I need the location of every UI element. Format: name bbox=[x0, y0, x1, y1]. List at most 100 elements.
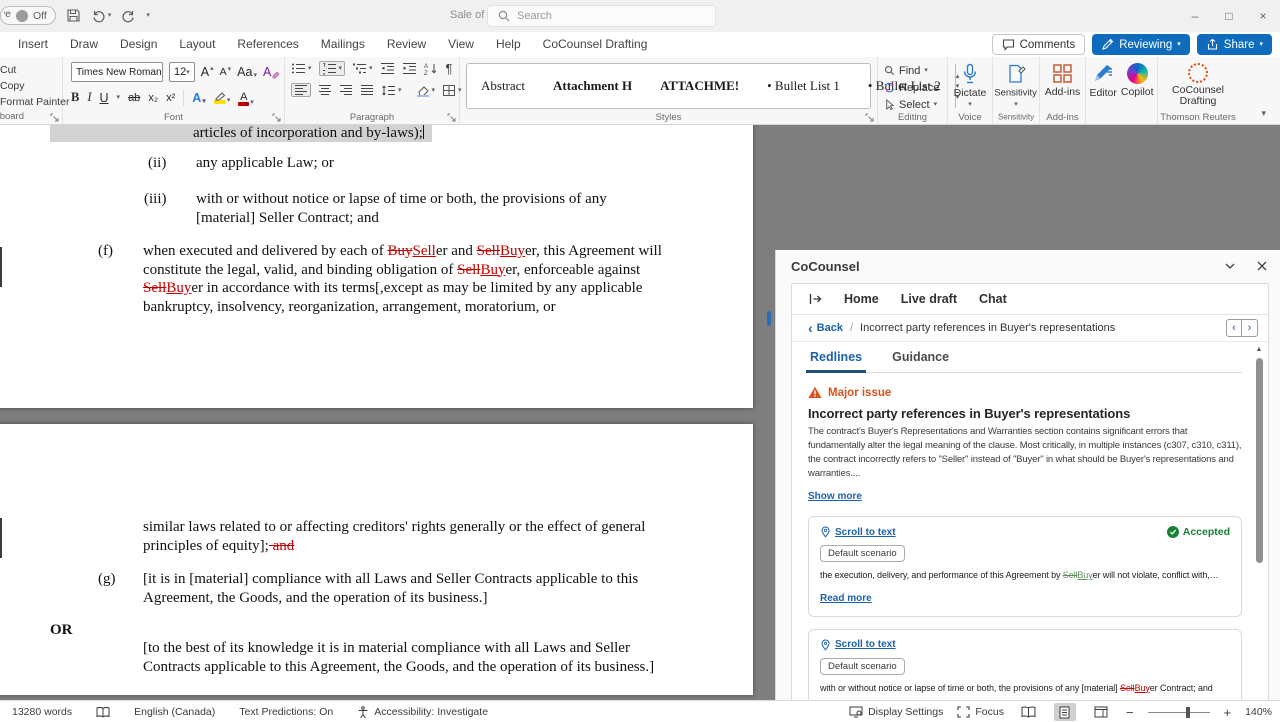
tab-cocounsel-drafting[interactable]: CoCounsel Drafting bbox=[532, 32, 659, 58]
select-button[interactable]: Select▾ bbox=[884, 96, 947, 113]
font-name-combo[interactable]: Times New Roman▾ bbox=[71, 62, 163, 82]
show-more-link[interactable]: Show more bbox=[808, 491, 862, 502]
grow-font-button[interactable]: A▴ bbox=[201, 65, 214, 79]
line-spacing-button[interactable]: ▾ bbox=[381, 84, 402, 97]
bullet-list-button[interactable]: ▾ bbox=[291, 62, 312, 75]
zoom-slider[interactable] bbox=[1148, 712, 1210, 713]
editor-button[interactable]: Editor bbox=[1089, 57, 1116, 99]
zoom-out-button[interactable]: − bbox=[1126, 705, 1134, 720]
tab-insert[interactable]: Insert bbox=[7, 32, 59, 58]
comments-button[interactable]: Comments bbox=[992, 34, 1086, 55]
scroll-to-text-link[interactable]: Scroll to text bbox=[820, 526, 896, 538]
tab-view[interactable]: View bbox=[437, 32, 485, 58]
font-color-button[interactable]: A▾ bbox=[238, 89, 254, 106]
tab-mailings[interactable]: Mailings bbox=[310, 32, 376, 58]
superscript-button[interactable]: x² bbox=[166, 92, 175, 104]
panel-nav-chat[interactable]: Chat bbox=[979, 292, 1007, 306]
undo-button[interactable]: ▾ bbox=[91, 8, 112, 23]
redo-button[interactable] bbox=[121, 8, 136, 23]
doc-line-bylaws[interactable]: articles of incorporation and by-laws); bbox=[193, 125, 424, 143]
web-layout-button[interactable] bbox=[1090, 703, 1112, 721]
panel-collapse-icon[interactable] bbox=[1224, 260, 1236, 272]
strikethrough-button[interactable]: ab bbox=[128, 92, 140, 104]
undo-dropdown-icon[interactable]: ▾ bbox=[108, 12, 112, 19]
show-formatting-button[interactable]: ¶ bbox=[446, 61, 453, 76]
tab-references[interactable]: References bbox=[226, 32, 309, 58]
maximize-button[interactable]: □ bbox=[1212, 0, 1246, 32]
zoom-slider-handle[interactable] bbox=[1186, 707, 1190, 718]
tab-guidance[interactable]: Guidance bbox=[890, 343, 951, 372]
panel-resize-handle[interactable] bbox=[767, 311, 771, 326]
read-more-link[interactable]: Read more bbox=[820, 593, 872, 604]
proofing-icon[interactable] bbox=[96, 706, 110, 719]
cocounsel-drafting-button[interactable]: CoCounsel Drafting bbox=[1158, 57, 1238, 107]
clear-formatting-button[interactable]: A bbox=[263, 65, 280, 79]
next-issue-button[interactable]: › bbox=[1242, 319, 1258, 337]
font-dialog-launcher[interactable] bbox=[272, 113, 281, 122]
doc-or-label[interactable]: OR bbox=[50, 621, 73, 640]
previous-issue-button[interactable]: ‹ bbox=[1226, 319, 1242, 337]
text-predictions-status[interactable]: Text Predictions: On bbox=[239, 706, 333, 718]
format-painter-button[interactable]: Format Painter bbox=[0, 94, 62, 110]
change-case-button[interactable]: Aa▾ bbox=[237, 65, 257, 79]
search-input[interactable]: Search bbox=[487, 5, 716, 27]
italic-button[interactable]: I bbox=[87, 90, 91, 105]
reviewing-button[interactable]: Reviewing ▾ bbox=[1092, 34, 1190, 55]
tab-home[interactable]: Home bbox=[0, 32, 7, 58]
panel-close-icon[interactable] bbox=[1256, 260, 1268, 272]
increase-indent-button[interactable] bbox=[402, 62, 417, 75]
back-link[interactable]: ‹Back bbox=[808, 320, 843, 336]
align-right-button[interactable] bbox=[339, 84, 353, 96]
zoom-in-button[interactable]: + bbox=[1224, 705, 1232, 720]
highlight-button[interactable]: ▾ bbox=[214, 92, 231, 104]
clipboard-dialog-launcher[interactable] bbox=[50, 113, 59, 122]
justify-button[interactable] bbox=[360, 84, 374, 96]
align-left-button[interactable] bbox=[291, 83, 311, 97]
borders-button[interactable]: ▾ bbox=[442, 84, 462, 97]
tab-review[interactable]: Review bbox=[376, 32, 437, 58]
accessibility-status[interactable]: Accessibility: Investigate bbox=[357, 706, 488, 719]
bold-button[interactable]: B bbox=[71, 90, 79, 105]
scroll-to-text-link[interactable]: Scroll to text bbox=[820, 639, 896, 651]
close-button[interactable]: × bbox=[1246, 0, 1280, 32]
add-ins-button[interactable]: Add-ins bbox=[1040, 57, 1085, 98]
style-abstract[interactable]: Abstract bbox=[467, 78, 539, 94]
style-bullet-list-1[interactable]: • Bullet List 1 bbox=[753, 78, 854, 94]
decrease-indent-button[interactable] bbox=[380, 62, 395, 75]
paragraph-dialog-launcher[interactable] bbox=[447, 113, 456, 122]
copy-button[interactable]: Copy bbox=[0, 78, 62, 94]
panel-nav-live-draft[interactable]: Live draft bbox=[901, 292, 957, 306]
subscript-button[interactable]: x₂ bbox=[148, 92, 158, 104]
dictate-button[interactable]: Dictate ▾ bbox=[948, 57, 992, 108]
sort-button[interactable]: AZ bbox=[424, 62, 439, 75]
tab-layout[interactable]: Layout bbox=[168, 32, 226, 58]
focus-button[interactable]: Focus bbox=[957, 706, 1004, 718]
print-layout-button[interactable] bbox=[1054, 703, 1076, 721]
qat-customize-icon[interactable]: ▾ bbox=[146, 12, 150, 19]
tab-design[interactable]: Design bbox=[109, 32, 168, 58]
style-attachment-caps[interactable]: ATTACHME! bbox=[646, 78, 753, 94]
panel-goto-icon[interactable] bbox=[808, 292, 822, 306]
language-status[interactable]: English (Canada) bbox=[134, 706, 215, 718]
copilot-button[interactable]: Copilot bbox=[1121, 57, 1154, 99]
sensitivity-button[interactable]: Sensitivity ▾ bbox=[993, 57, 1039, 108]
display-settings-button[interactable]: Display Settings bbox=[849, 706, 943, 718]
find-button[interactable]: Find▾ bbox=[884, 62, 947, 79]
replace-button[interactable]: Replace bbox=[884, 79, 947, 96]
panel-nav-home[interactable]: Home bbox=[844, 292, 879, 306]
collapse-ribbon-icon[interactable]: ▾ bbox=[1261, 109, 1266, 118]
tab-redlines[interactable]: Redlines bbox=[808, 343, 864, 372]
share-button[interactable]: Share ▾ bbox=[1197, 34, 1272, 55]
cut-button[interactable]: Cut bbox=[0, 62, 62, 78]
align-center-button[interactable] bbox=[318, 84, 332, 96]
minimize-button[interactable]: – bbox=[1178, 0, 1212, 32]
word-count[interactable]: 13280 words bbox=[12, 706, 72, 718]
underline-button[interactable]: U bbox=[100, 91, 109, 105]
multilevel-list-button[interactable]: ▾ bbox=[352, 62, 373, 75]
tab-help[interactable]: Help bbox=[485, 32, 532, 58]
numbered-list-button[interactable]: ▾ bbox=[319, 61, 346, 76]
text-effects-button[interactable]: A▾ bbox=[192, 91, 206, 105]
style-attachment-h[interactable]: Attachment H bbox=[539, 78, 646, 94]
save-icon[interactable] bbox=[66, 8, 81, 23]
font-size-combo[interactable]: 12▾ bbox=[169, 62, 195, 82]
